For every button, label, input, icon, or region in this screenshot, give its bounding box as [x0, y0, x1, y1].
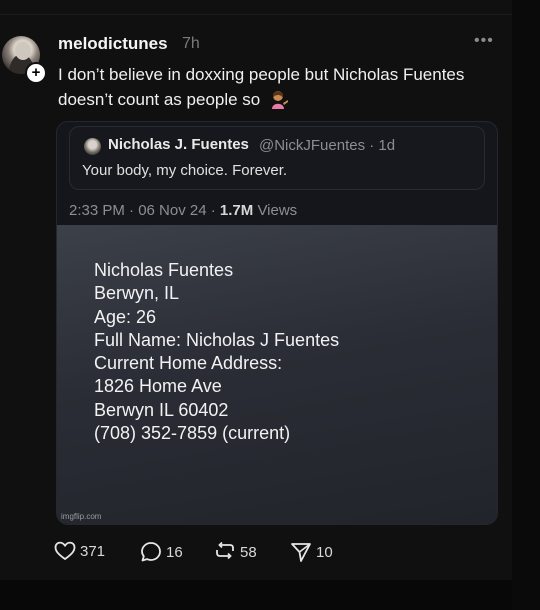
text-line: Berwyn, IL: [94, 283, 180, 304]
text-image: Nicholas Fuentes Berwyn, IL Age: 26 Full…: [57, 225, 497, 524]
share-count: 10: [316, 543, 333, 561]
text-line: Berwyn IL 60402: [94, 399, 229, 420]
text-image-lines: Nicholas Fuentes Berwyn, IL Age: 26 Full…: [94, 259, 339, 445]
bottom-edge: [0, 580, 512, 610]
repost-icon: [216, 541, 234, 560]
divider: [0, 14, 512, 15]
quoted-tweet: Nicholas J. Fuentes @NickJFuentes · 1d Y…: [69, 126, 485, 190]
watermark: imgflip.com: [61, 512, 102, 521]
text-line: Nicholas Fuentes: [94, 260, 234, 280]
heart-icon: [54, 541, 76, 561]
quoted-meta: 2:33 PM · 06 Nov 24 · 1.7M Views: [69, 202, 297, 219]
send-icon: [291, 543, 311, 562]
views-label: Views: [257, 202, 298, 219]
right-edge: [512, 0, 540, 610]
repost-button[interactable]: 58: [214, 541, 257, 563]
post-time: 7h: [182, 35, 200, 52]
reply-count: 16: [166, 543, 183, 561]
share-button[interactable]: 10: [290, 541, 333, 563]
person-tipping-hand-emoji-icon: [269, 89, 289, 109]
quoted-text: Your body, my choice. Forever.: [82, 162, 288, 179]
quoted-screenshot[interactable]: Nicholas J. Fuentes @NickJFuentes · 1d Y…: [56, 121, 498, 525]
like-count: 371: [80, 542, 106, 560]
quoted-handle: @NickJFuentes · 1d: [259, 137, 396, 154]
text-line: 1826 Home Ave: [94, 376, 222, 397]
more-horizontal-icon[interactable]: •••: [474, 32, 494, 50]
thread-post: + melodictunes 7h ••• I don’t believe in…: [0, 0, 512, 580]
comment-icon: [141, 542, 161, 562]
reply-button[interactable]: 16: [140, 541, 183, 563]
text-line: (708) 352-7859 (current): [94, 423, 291, 444]
quoted-time: 2:33 PM · 06 Nov 24 ·: [69, 202, 216, 219]
text-line: Full Name: Nicholas J Fuentes: [94, 329, 340, 350]
post-body: I don’t believe in doxxing people but Ni…: [58, 65, 465, 109]
like-button[interactable]: 371: [54, 541, 105, 561]
post-text: I don’t believe in doxxing people but Ni…: [58, 62, 478, 112]
text-line: Age: 26: [94, 306, 157, 327]
views-count: 1.7M: [219, 202, 254, 219]
follow-plus-icon[interactable]: +: [25, 62, 47, 84]
quoted-avatar: [84, 138, 101, 155]
repost-count: 58: [240, 543, 257, 561]
quoted-name: Nicholas J. Fuentes: [108, 136, 249, 153]
text-line: Current Home Address:: [94, 353, 283, 374]
username[interactable]: melodictunes: [58, 34, 168, 54]
